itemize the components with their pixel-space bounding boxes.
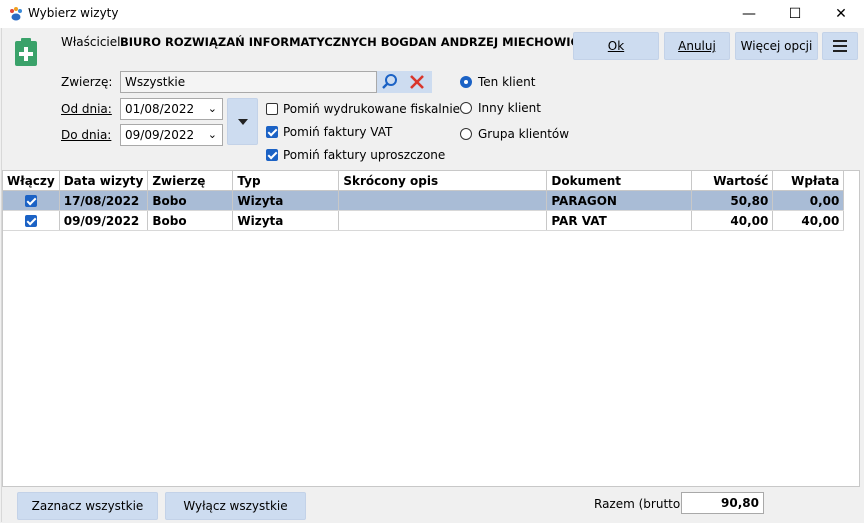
- minimize-icon: —: [742, 6, 756, 22]
- checkbox-skip-simplified[interactable]: Pomiń faktury uproszczone: [266, 148, 466, 164]
- deselect-all-button[interactable]: Wyłącz wszystkie: [165, 492, 306, 520]
- row-date: 17/08/2022: [59, 190, 149, 211]
- app-paw-icon: [8, 6, 24, 22]
- row-description: [338, 190, 548, 211]
- to-date-picker[interactable]: 09/09/2022 ⌄: [120, 124, 223, 146]
- radio-client-group-dot[interactable]: [460, 128, 472, 140]
- checkbox-skip-vat[interactable]: Pomiń faktury VAT: [266, 125, 466, 141]
- radio-this-client-dot[interactable]: [460, 76, 472, 88]
- table-row[interactable]: 17/08/2022 Bobo Wizyta PARAGON 50,80 0,0…: [3, 190, 845, 211]
- radio-other-client[interactable]: Inny klient: [460, 101, 590, 117]
- row-type: Wizyta: [232, 210, 340, 231]
- table-header-row: Włączy Data wizyty Zwierzę Typ Skrócony …: [3, 171, 845, 191]
- cancel-button[interactable]: Anuluj: [664, 32, 730, 60]
- chevron-down-icon: ⌄: [207, 128, 217, 141]
- animal-field[interactable]: Wszystkie: [120, 71, 377, 93]
- more-options-button[interactable]: Więcej opcji: [735, 32, 818, 60]
- checkbox-skip-vat-box[interactable]: [266, 126, 278, 138]
- visits-table[interactable]: Włączy Data wizyty Zwierzę Typ Skrócony …: [2, 170, 860, 487]
- row-date: 09/09/2022: [59, 210, 149, 231]
- row-document: PARAGON: [546, 190, 693, 211]
- row-include-cell[interactable]: [3, 210, 60, 231]
- column-header-description[interactable]: Skrócony opis: [338, 171, 548, 191]
- minimize-button[interactable]: —: [726, 0, 772, 28]
- column-header-include[interactable]: Włączy: [3, 171, 60, 191]
- row-type: Wizyta: [232, 190, 340, 211]
- animal-label: Zwierzę:: [61, 75, 113, 89]
- total-value-field: 90,80: [681, 492, 764, 514]
- owner-label: Właściciel:: [61, 35, 125, 49]
- row-include-checkbox[interactable]: [24, 194, 37, 207]
- select-all-button[interactable]: Zaznacz wszystkie: [17, 492, 158, 520]
- from-date-label: Od dnia:: [61, 102, 112, 116]
- row-payment: 0,00: [772, 190, 845, 211]
- row-animal: Bobo: [147, 210, 234, 231]
- triangle-down-icon: [237, 118, 248, 125]
- window-title: Wybierz wizyty: [28, 6, 119, 20]
- to-date-label: Do dnia:: [61, 128, 112, 142]
- column-header-payment[interactable]: Wpłata: [772, 171, 845, 191]
- column-header-type[interactable]: Typ: [232, 171, 340, 191]
- checkbox-skip-simplified-box[interactable]: [266, 149, 278, 161]
- row-animal: Bobo: [147, 190, 234, 211]
- row-document: PAR VAT: [546, 210, 693, 231]
- row-value: 50,80: [691, 190, 774, 211]
- table-row[interactable]: 09/09/2022 Bobo Wizyta PAR VAT 40,00 40,…: [3, 210, 845, 231]
- radio-client-group[interactable]: Grupa klientów: [460, 127, 590, 143]
- maximize-icon: ☐: [788, 6, 802, 22]
- title-bar: Wybierz wizyty — ☐ ✕: [0, 0, 864, 28]
- column-header-document[interactable]: Dokument: [546, 171, 693, 191]
- row-description: [338, 210, 548, 231]
- clear-icon[interactable]: [409, 74, 425, 90]
- row-payment: 40,00: [772, 210, 845, 231]
- column-header-value[interactable]: Wartość: [691, 171, 774, 191]
- ok-button[interactable]: Ok: [573, 32, 659, 60]
- maximize-button[interactable]: ☐: [772, 0, 818, 28]
- row-include-checkbox[interactable]: [24, 214, 37, 227]
- date-range-dropdown-button[interactable]: [227, 98, 258, 145]
- chevron-down-icon: ⌄: [207, 102, 217, 115]
- add-clipboard-icon[interactable]: [14, 38, 38, 66]
- close-button[interactable]: ✕: [818, 0, 864, 28]
- checkbox-skip-fiscal[interactable]: Pomiń wydrukowane fiskalnie: [266, 102, 466, 118]
- from-date-picker[interactable]: 01/08/2022 ⌄: [120, 98, 223, 120]
- checkbox-skip-fiscal-box[interactable]: [266, 103, 278, 115]
- column-header-date[interactable]: Data wizyty: [59, 171, 149, 191]
- radio-other-client-dot[interactable]: [460, 102, 472, 114]
- close-icon: ✕: [835, 6, 847, 22]
- hamburger-menu-icon: [833, 40, 847, 52]
- radio-this-client[interactable]: Ten klient: [460, 75, 590, 91]
- row-value: 40,00: [691, 210, 774, 231]
- row-include-cell[interactable]: [3, 190, 60, 211]
- column-header-animal[interactable]: Zwierzę: [147, 171, 234, 191]
- owner-name: BIURO ROZWIĄZAŃ INFORMATYCZNYCH BOGDAN A…: [120, 35, 588, 49]
- total-label: Razem (brutto):: [594, 497, 689, 511]
- menu-button[interactable]: [822, 32, 858, 60]
- search-icon[interactable]: [381, 73, 399, 91]
